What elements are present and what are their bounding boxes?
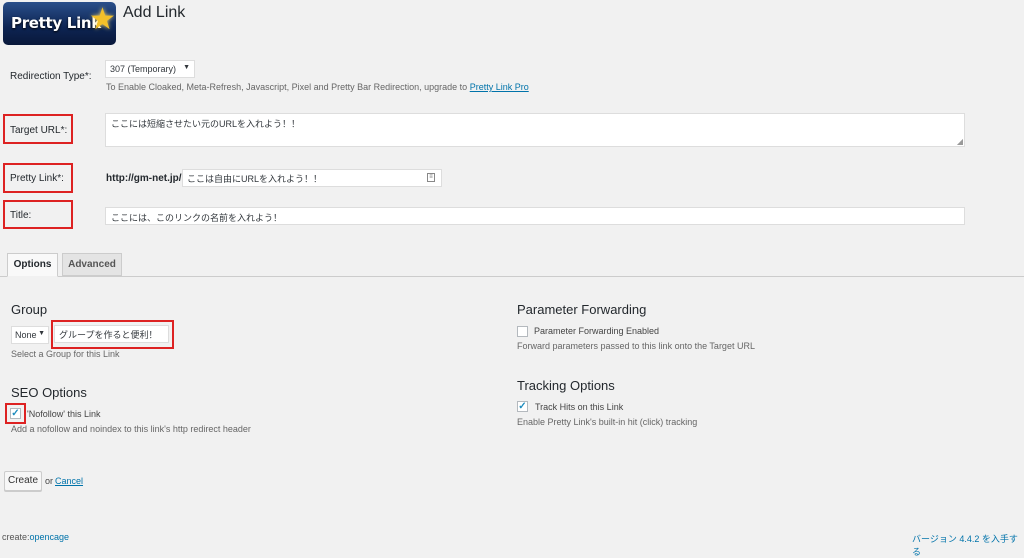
footer-credit-prefix: create: bbox=[2, 532, 30, 542]
pretty-link-logo: Pretty Link ★ bbox=[3, 2, 116, 45]
pretty-link-input[interactable]: ここは自由にURLを入れよう！！ ≡ bbox=[182, 169, 442, 187]
tracking-description: Enable Pretty Link's built-in hit (click… bbox=[517, 417, 698, 427]
star-icon: ★ bbox=[89, 3, 116, 36]
chevron-down-icon: ▼ bbox=[183, 64, 190, 71]
title-value: ここには、このリンクの名前を入れよう！ bbox=[111, 213, 283, 223]
redirection-upgrade-note: To Enable Cloaked, Meta-Refresh, Javascr… bbox=[106, 82, 529, 92]
parameter-forwarding-label: Parameter Forwarding Enabled bbox=[534, 326, 660, 336]
tracking-options-heading: Tracking Options bbox=[517, 378, 615, 393]
track-hits-checkbox[interactable]: ✓ bbox=[517, 401, 528, 412]
pretty-link-pro-link[interactable]: Pretty Link Pro bbox=[470, 82, 529, 92]
pretty-link-prefix: http://gm-net.jp/ bbox=[106, 173, 182, 184]
seo-options-heading: SEO Options bbox=[11, 385, 87, 400]
footer-credit: create:opencage bbox=[2, 532, 69, 542]
tab-options[interactable]: Options bbox=[7, 253, 58, 277]
cancel-link[interactable]: Cancel bbox=[55, 476, 83, 486]
group-heading: Group bbox=[11, 302, 48, 317]
group-select[interactable]: None ▼ bbox=[11, 326, 49, 344]
redirection-type-value: 307 (Temporary) bbox=[110, 64, 177, 74]
parameter-forwarding-description: Forward parameters passed to this link o… bbox=[517, 341, 755, 351]
opencage-link[interactable]: opencage bbox=[30, 532, 70, 542]
seo-description: Add a nofollow and noindex to this link'… bbox=[11, 424, 251, 434]
check-icon: ✓ bbox=[11, 408, 20, 419]
group-description: Select a Group for this Link bbox=[11, 349, 120, 359]
title-input[interactable]: ここには、このリンクの名前を入れよう！ bbox=[105, 207, 965, 225]
id-card-icon[interactable]: ≡ bbox=[427, 173, 435, 182]
tab-divider bbox=[0, 276, 1024, 277]
redirection-type-select[interactable]: 307 (Temporary) ▼ bbox=[105, 60, 195, 78]
upgrade-note-text: To Enable Cloaked, Meta-Refresh, Javascr… bbox=[106, 82, 468, 92]
nofollow-checkbox[interactable]: ✓ bbox=[10, 408, 21, 419]
page-title: Add Link bbox=[123, 4, 186, 21]
parameter-forwarding-heading: Parameter Forwarding bbox=[517, 302, 647, 317]
logo-text: Pretty Link bbox=[11, 14, 101, 32]
target-url-label: Target URL*: bbox=[10, 125, 68, 136]
track-hits-label: Track Hits on this Link bbox=[535, 402, 624, 412]
new-group-value: グループを作ると便利！ bbox=[59, 330, 158, 340]
check-icon: ✓ bbox=[518, 401, 527, 412]
tab-advanced[interactable]: Advanced bbox=[62, 253, 122, 276]
parameter-forwarding-checkbox[interactable] bbox=[517, 326, 528, 337]
create-button[interactable]: Create bbox=[4, 471, 42, 491]
target-url-value: ここには短縮させたい元のURLを入れよう！！ bbox=[111, 119, 301, 129]
new-group-input[interactable]: グループを作ると便利！ bbox=[54, 325, 169, 343]
nofollow-label: 'Nofollow' this Link bbox=[27, 409, 101, 419]
title-label: Title: bbox=[10, 210, 32, 221]
resize-handle-icon[interactable]: ◢ bbox=[957, 137, 963, 146]
pretty-link-label: Pretty Link*: bbox=[10, 173, 64, 184]
redirection-type-label: Redirection Type*: bbox=[10, 71, 92, 82]
target-url-textarea[interactable]: ここには短縮させたい元のURLを入れよう！！ ◢ bbox=[105, 113, 965, 147]
get-version-link[interactable]: バージョン 4.4.2 を入手する bbox=[912, 532, 1024, 558]
chevron-down-icon: ▼ bbox=[38, 330, 45, 337]
group-select-value: None bbox=[15, 330, 37, 340]
or-text: or bbox=[45, 476, 54, 486]
pretty-link-value: ここは自由にURLを入れよう！！ bbox=[187, 174, 323, 184]
